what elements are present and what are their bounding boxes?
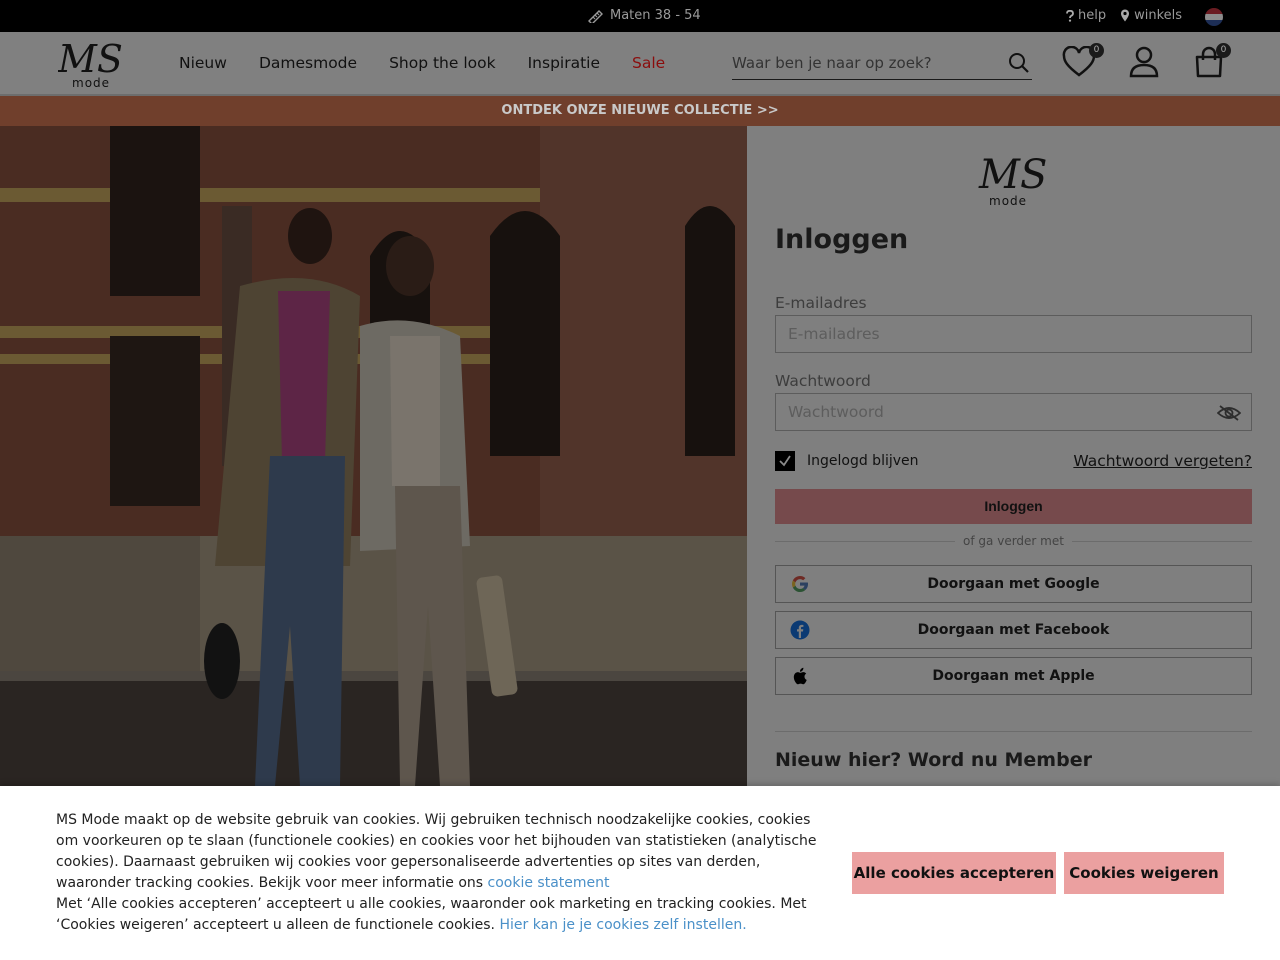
map-pin-icon — [1121, 9, 1130, 22]
email-input[interactable] — [776, 316, 1251, 352]
netherlands-flag-icon[interactable] — [1205, 8, 1223, 26]
login-title: Inloggen — [775, 224, 909, 255]
svg-text:MS: MS — [978, 152, 1047, 198]
password-label: Wachtwoord — [775, 372, 871, 390]
apple-login-button[interactable]: Doorgaan met Apple — [775, 657, 1252, 695]
cart-count-badge: 0 — [1216, 43, 1231, 58]
stores-label: winkels — [1134, 8, 1183, 23]
login-button[interactable]: Inloggen — [775, 489, 1252, 524]
search-input[interactable] — [732, 50, 992, 76]
remember-me-label: Ingelogd blijven — [807, 453, 919, 469]
help-label: help — [1078, 8, 1107, 23]
facebook-login-button[interactable]: Doorgaan met Facebook — [775, 611, 1252, 649]
size-range-text: Maten 38 - 54 — [610, 8, 701, 23]
svg-text:mode: mode — [989, 194, 1027, 208]
eye-slash-icon[interactable] — [1217, 404, 1241, 422]
hero-photo — [0, 126, 747, 786]
cart-button[interactable]: 0 — [1193, 43, 1231, 82]
street-photo — [0, 126, 747, 786]
help-link[interactable]: help — [1066, 8, 1106, 23]
facebook-icon — [790, 620, 810, 640]
nav-item-sale[interactable]: Sale — [632, 54, 665, 72]
email-field — [775, 315, 1252, 353]
main-header: MS mode Nieuw Damesmode Shop the look In… — [0, 32, 1280, 96]
cookie-settings-link[interactable]: Hier kan je je cookies zelf instellen. — [499, 917, 746, 933]
google-icon — [792, 576, 808, 592]
stores-link[interactable]: winkels — [1120, 8, 1182, 23]
forgot-password-link[interactable]: Wachtwoord vergeten? — [1073, 452, 1252, 470]
cookie-statement-link[interactable]: cookie statement — [488, 875, 610, 891]
top-bar: Maten 38 - 54 help winkels — [0, 0, 1280, 32]
ms-mode-logo[interactable]: MS mode — [58, 38, 130, 90]
google-login-label: Doorgaan met Google — [927, 576, 1100, 592]
new-member-heading: Nieuw hier? Word nu Member — [775, 749, 1092, 771]
apple-login-label: Doorgaan met Apple — [932, 668, 1095, 684]
panel-separator — [775, 731, 1252, 732]
apple-icon — [793, 667, 807, 685]
wishlist-button[interactable]: 0 — [1062, 43, 1104, 82]
social-divider: of ga verder met — [775, 534, 1252, 548]
size-range: Maten 38 - 54 — [588, 8, 701, 23]
cookie-text: MS Mode maakt op de website gebruik van … — [56, 810, 836, 936]
remember-me-checkbox[interactable] — [775, 451, 795, 471]
search-icon[interactable] — [1008, 52, 1030, 74]
checkmark-icon — [779, 455, 791, 467]
search-bar — [732, 50, 1032, 80]
email-label: E-mailadres — [775, 294, 867, 312]
google-login-button[interactable]: Doorgaan met Google — [775, 565, 1252, 603]
user-icon — [1129, 46, 1159, 78]
facebook-login-label: Doorgaan met Facebook — [917, 622, 1110, 638]
login-panel: MS mode Inloggen E-mailadres Wachtwoord … — [747, 126, 1280, 786]
nav-item-inspiration[interactable]: Inspiratie — [528, 54, 600, 72]
ruler-icon — [588, 9, 603, 23]
question-icon — [1066, 9, 1074, 22]
promo-banner[interactable]: ONTDEK ONZE NIEUWE COLLECTIE >> — [0, 96, 1280, 126]
decline-cookies-button[interactable]: Cookies weigeren — [1064, 852, 1224, 894]
nav-item-shop-the-look[interactable]: Shop the look — [389, 54, 496, 72]
cookie-banner: MS Mode maakt op de website gebruik van … — [0, 786, 1280, 960]
nav-item-womenswear[interactable]: Damesmode — [259, 54, 357, 72]
wishlist-count-badge: 0 — [1089, 43, 1104, 58]
main-nav: Nieuw Damesmode Shop the look Inspiratie… — [179, 54, 697, 72]
svg-text:mode: mode — [72, 76, 110, 90]
password-input[interactable] — [776, 394, 1251, 430]
cookie-text-part1: MS Mode maakt op de website gebruik van … — [56, 812, 817, 891]
account-button[interactable] — [1129, 46, 1159, 82]
accept-all-cookies-button[interactable]: Alle cookies accepteren — [852, 852, 1056, 894]
password-field — [775, 393, 1252, 431]
nav-item-new[interactable]: Nieuw — [179, 54, 227, 72]
ms-mode-logo-small: MS mode — [978, 152, 1047, 208]
svg-text:MS: MS — [58, 38, 123, 81]
